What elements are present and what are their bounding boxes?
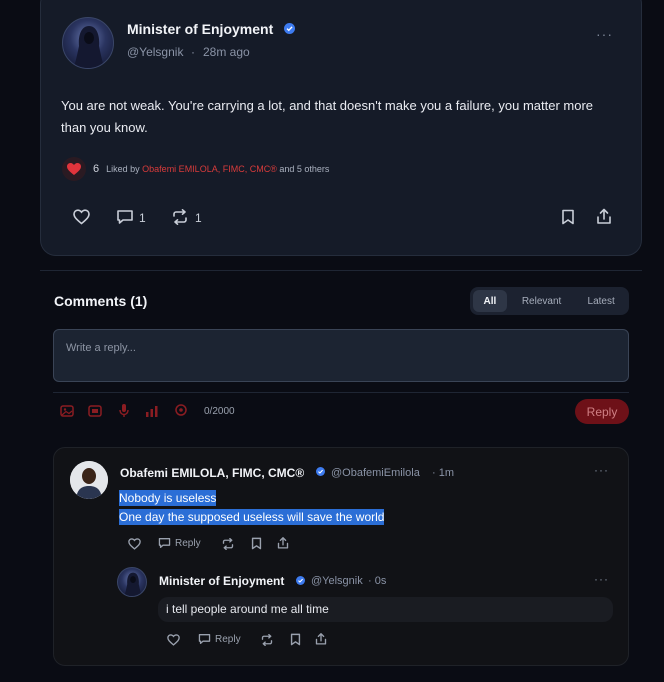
comment-button[interactable] — [116, 209, 134, 225]
like-button[interactable] — [73, 209, 90, 225]
comment-share-button[interactable] — [277, 536, 289, 550]
author-avatar[interactable] — [62, 17, 114, 69]
reply-author-handle[interactable]: @Yelsgnik — [311, 575, 363, 587]
comment-count: 1 — [139, 211, 146, 225]
bookmark-button[interactable] — [561, 209, 575, 225]
gif-icon[interactable] — [88, 405, 102, 417]
reply-text-bubble: i tell people around me all time — [158, 597, 613, 622]
post-time: 28m ago — [203, 45, 250, 59]
tab-latest[interactable]: Latest — [576, 290, 626, 312]
reply-time: · 0s — [368, 575, 387, 587]
comment-icon — [117, 210, 133, 224]
post-more-button[interactable]: ··· — [596, 26, 613, 42]
reply-like-button[interactable] — [167, 634, 180, 646]
mic-icon[interactable] — [119, 403, 129, 418]
bookmark-icon — [251, 537, 262, 550]
comment-bookmark-button[interactable] — [251, 537, 262, 550]
share-icon — [597, 208, 611, 224]
tab-all[interactable]: All — [473, 290, 507, 312]
comment-line-1: Nobody is useless — [119, 489, 217, 508]
comment-line-2: One day the supposed useless will save t… — [119, 508, 385, 527]
repost-icon — [173, 209, 187, 225]
post-author-handle[interactable]: @Yelsgnik — [127, 45, 183, 59]
reply-text: i tell people around me all time — [166, 602, 329, 616]
comment-sort-tabs: All Relevant Latest — [470, 287, 629, 315]
comment-icon — [198, 634, 211, 644]
liked-heart-icon — [62, 157, 86, 181]
location-icon[interactable] — [175, 404, 187, 417]
repost-icon — [222, 538, 234, 550]
comment-time: · 1m — [432, 467, 454, 479]
repost-button[interactable] — [171, 209, 189, 225]
post-separator: · — [191, 45, 195, 59]
verified-icon — [296, 576, 305, 585]
reply-input[interactable] — [53, 329, 629, 382]
heart-icon — [73, 209, 90, 225]
reply-reply-label: Reply — [215, 633, 241, 645]
reply-repost-button[interactable] — [260, 634, 274, 646]
verified-icon — [284, 23, 295, 34]
verified-icon — [316, 467, 325, 476]
heart-icon — [128, 538, 141, 550]
poll-icon[interactable] — [145, 405, 159, 417]
reply-more-button[interactable]: ··· — [594, 572, 609, 586]
comment-more-button[interactable]: ··· — [594, 463, 609, 477]
bookmark-icon — [290, 633, 301, 646]
likes-summary[interactable]: 6 Liked by Obafemi EMILOLA, FIMC, CMC® a… — [62, 157, 329, 181]
reply-author-name[interactable]: Minister of Enjoyment — [159, 574, 284, 588]
post-text: You are not weak. You're carrying a lot,… — [61, 98, 594, 135]
comments-title: Comments (1) — [54, 293, 148, 309]
liked-by-text: Liked by Obafemi EMILOLA, FIMC, CMC® and… — [106, 164, 329, 174]
comment-like-button[interactable] — [128, 538, 141, 550]
bookmark-icon — [562, 209, 574, 225]
comment-line-1-text: Nobody is useless — [119, 490, 217, 506]
liked-by-suffix: and 5 others — [279, 164, 330, 174]
section-divider — [40, 270, 642, 271]
tab-relevant[interactable]: Relevant — [507, 290, 577, 312]
like-count: 6 — [93, 163, 100, 175]
char-count: 0/2000 — [204, 406, 235, 417]
comment-repost-button[interactable] — [221, 538, 235, 550]
repost-icon — [261, 634, 273, 646]
comment-line-2-text: One day the supposed useless will save t… — [119, 509, 385, 525]
commenter-avatar[interactable] — [70, 461, 108, 499]
image-icon[interactable] — [60, 405, 74, 417]
reply-bookmark-button[interactable] — [290, 633, 301, 646]
comment-reply-button[interactable]: Reply — [158, 537, 201, 549]
reply-submit-button[interactable]: Reply — [575, 399, 629, 424]
reply-reply-button[interactable]: Reply — [198, 633, 241, 645]
comment-reply-label: Reply — [175, 537, 201, 549]
liked-by-name[interactable]: Obafemi EMILOLA, FIMC, CMC® — [142, 164, 277, 174]
share-icon — [277, 537, 289, 549]
share-icon — [315, 633, 327, 645]
heart-icon — [167, 634, 180, 646]
composer-divider — [53, 392, 629, 393]
comment-author-handle[interactable]: @ObafemiEmilola — [331, 467, 420, 479]
liked-by-prefix: Liked by — [106, 164, 140, 174]
repost-count: 1 — [195, 211, 202, 225]
comment-author-name[interactable]: Obafemi EMILOLA, FIMC, CMC® — [120, 466, 304, 480]
comment-icon — [158, 538, 171, 548]
share-button[interactable] — [596, 208, 612, 225]
reply-share-button[interactable] — [315, 632, 327, 646]
post-author-name[interactable]: Minister of Enjoyment — [127, 21, 273, 37]
reply-author-avatar[interactable] — [117, 567, 147, 597]
